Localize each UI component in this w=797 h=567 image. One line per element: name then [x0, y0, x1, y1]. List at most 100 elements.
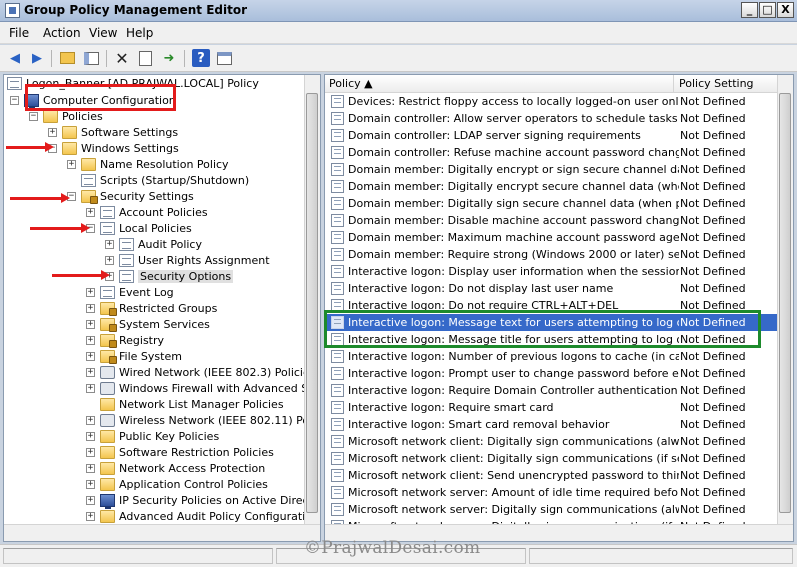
tree-item-security-options[interactable]: + Security Options: [105, 268, 234, 284]
tree-item-file-system[interactable]: + File System: [86, 348, 182, 364]
tree-item-name-resolution-policy[interactable]: + Name Resolution Policy: [67, 156, 229, 172]
policy-setting-icon: [331, 180, 344, 193]
policy-name: Interactive logon: Prompt user to change…: [348, 367, 679, 380]
policy-row[interactable]: Domain member: Digitally encrypt secure …: [325, 178, 779, 195]
policy-row[interactable]: Devices: Restrict floppy access to local…: [325, 93, 779, 110]
policy-row[interactable]: Interactive logon: Display user informat…: [325, 263, 779, 280]
column-header-setting[interactable]: Policy Setting: [679, 77, 754, 90]
policy-row[interactable]: Domain member: Maximum machine account p…: [325, 229, 779, 246]
maximize-button[interactable]: □: [759, 2, 776, 18]
export-icon[interactable]: ➜: [160, 49, 178, 67]
policy-row[interactable]: Domain member: Digitally sign secure cha…: [325, 195, 779, 212]
tree-item-system-services[interactable]: + System Services: [86, 316, 210, 332]
forward-icon[interactable]: ▶: [28, 49, 46, 67]
policy-row[interactable]: Domain controller: Allow server operator…: [325, 110, 779, 127]
tree-item-advanced-audit[interactable]: + Advanced Audit Policy Configuration: [86, 508, 319, 524]
policy-row[interactable]: Microsoft network client: Digitally sign…: [325, 450, 779, 467]
expand-icon[interactable]: +: [86, 463, 95, 473]
tree-item-software-restriction[interactable]: + Software Restriction Policies: [86, 444, 274, 460]
policy-row[interactable]: Microsoft network client: Digitally sign…: [325, 433, 779, 450]
policy-name: Interactive logon: Smart card removal be…: [348, 418, 610, 431]
policy-row[interactable]: Interactive logon: Require Domain Contro…: [325, 382, 779, 399]
tree-item-local-policies[interactable]: − Local Policies: [86, 220, 192, 236]
properties-icon[interactable]: [136, 49, 154, 67]
expand-icon[interactable]: +: [48, 127, 57, 137]
expand-icon[interactable]: +: [86, 367, 95, 377]
tree-item-audit-policy[interactable]: + Audit Policy: [105, 236, 202, 252]
up-folder-icon[interactable]: [58, 49, 76, 67]
collapse-icon[interactable]: −: [29, 111, 38, 121]
show-hide-tree-icon[interactable]: [82, 49, 100, 67]
expand-icon[interactable]: +: [86, 415, 95, 425]
menu-action[interactable]: Action: [43, 26, 81, 40]
security-folder-icon: [100, 333, 117, 348]
policy-row[interactable]: Interactive logon: Do not display last u…: [325, 280, 779, 297]
tree-item-application-control[interactable]: + Application Control Policies: [86, 476, 268, 492]
expand-icon[interactable]: +: [86, 207, 95, 217]
menu-view[interactable]: View: [89, 26, 117, 40]
tree-item-windows-firewall[interactable]: + Windows Firewall with Advanced Secu: [86, 380, 320, 396]
policy-row[interactable]: Domain member: Digitally encrypt or sign…: [325, 161, 779, 178]
back-icon[interactable]: ◀: [6, 49, 24, 67]
tree-item-public-key[interactable]: + Public Key Policies: [86, 428, 219, 444]
expand-icon[interactable]: +: [86, 495, 95, 505]
tree-item-registry[interactable]: + Registry: [86, 332, 164, 348]
policy-row[interactable]: Microsoft network client: Send unencrypt…: [325, 467, 779, 484]
expand-icon[interactable]: +: [86, 447, 95, 457]
delete-icon[interactable]: ✕: [113, 49, 131, 68]
expand-icon[interactable]: +: [86, 319, 95, 329]
policy-row[interactable]: Domain controller: Refuse machine accoun…: [325, 144, 779, 161]
help-icon[interactable]: ?: [192, 49, 210, 67]
expand-icon[interactable]: +: [86, 383, 95, 393]
policy-list-pane[interactable]: Policy ▲ Policy Setting Devices: Restric…: [324, 74, 794, 542]
folder-icon: [43, 109, 58, 123]
folder-icon: [62, 125, 77, 139]
expand-icon[interactable]: +: [86, 335, 95, 345]
tree-item-user-rights[interactable]: + User Rights Assignment: [105, 252, 270, 268]
tree-item-security-settings[interactable]: − Security Settings: [67, 188, 194, 204]
menu-help[interactable]: Help: [126, 26, 153, 40]
column-header-policy[interactable]: Policy ▲: [329, 77, 373, 90]
tree-item-software-settings[interactable]: + Software Settings: [48, 124, 178, 140]
expand-icon[interactable]: +: [86, 431, 95, 441]
scrollbar-thumb[interactable]: [779, 93, 791, 513]
policy-row[interactable]: Interactive logon: Number of previous lo…: [325, 348, 779, 365]
console-icon[interactable]: [215, 49, 233, 67]
expand-icon[interactable]: +: [86, 351, 95, 361]
policy-row[interactable]: Interactive logon: Require smart card Not…: [325, 399, 779, 416]
minimize-button[interactable]: _: [741, 2, 758, 18]
expand-icon[interactable]: +: [105, 255, 114, 265]
expand-icon[interactable]: +: [86, 303, 95, 313]
policy-row[interactable]: Microsoft network server: Amount of idle…: [325, 484, 779, 501]
tree-item-network-access-protection[interactable]: + Network Access Protection: [86, 460, 265, 476]
tree-item-account-policies[interactable]: + Account Policies: [86, 204, 208, 220]
close-button[interactable]: X: [777, 2, 794, 18]
policy-row[interactable]: Interactive logon: Prompt user to change…: [325, 365, 779, 382]
tree-item-windows-settings[interactable]: − Windows Settings: [48, 140, 179, 156]
security-folder-icon: [81, 189, 98, 204]
tree-item-wired-network[interactable]: + Wired Network (IEEE 802.3) Policies: [86, 364, 316, 380]
list-vertical-scrollbar[interactable]: [777, 75, 793, 525]
tree-horizontal-scrollbar[interactable]: [4, 524, 320, 541]
tree-item-network-list[interactable]: Network List Manager Policies: [86, 396, 284, 412]
expand-icon[interactable]: +: [86, 511, 95, 521]
tree-item-event-log[interactable]: + Event Log: [86, 284, 174, 300]
policy-row[interactable]: Domain member: Disable machine account p…: [325, 212, 779, 229]
expand-icon[interactable]: +: [105, 239, 114, 249]
policy-row[interactable]: Domain member: Require strong (Windows 2…: [325, 246, 779, 263]
tree-item-wireless-network[interactable]: + Wireless Network (IEEE 802.11) Polici: [86, 412, 320, 428]
tree-item-restricted-groups[interactable]: + Restricted Groups: [86, 300, 217, 316]
expand-icon[interactable]: +: [86, 479, 95, 489]
expand-icon[interactable]: +: [67, 159, 76, 169]
policy-row[interactable]: Interactive logon: Smart card removal be…: [325, 416, 779, 433]
policy-setting-icon: [331, 248, 344, 261]
scrollbar-thumb[interactable]: [306, 93, 318, 513]
tree-item-ip-security[interactable]: + IP Security Policies on Active Directo…: [86, 492, 320, 509]
policy-row[interactable]: Domain controller: LDAP server signing r…: [325, 127, 779, 144]
collapse-icon[interactable]: −: [10, 95, 19, 105]
menu-file[interactable]: File: [9, 26, 29, 40]
tree-item-scripts[interactable]: Scripts (Startup/Shutdown): [67, 172, 249, 188]
policy-row[interactable]: Microsoft network server: Digitally sign…: [325, 501, 779, 518]
expand-icon[interactable]: +: [86, 287, 95, 297]
tree-vertical-scrollbar[interactable]: [304, 75, 320, 525]
